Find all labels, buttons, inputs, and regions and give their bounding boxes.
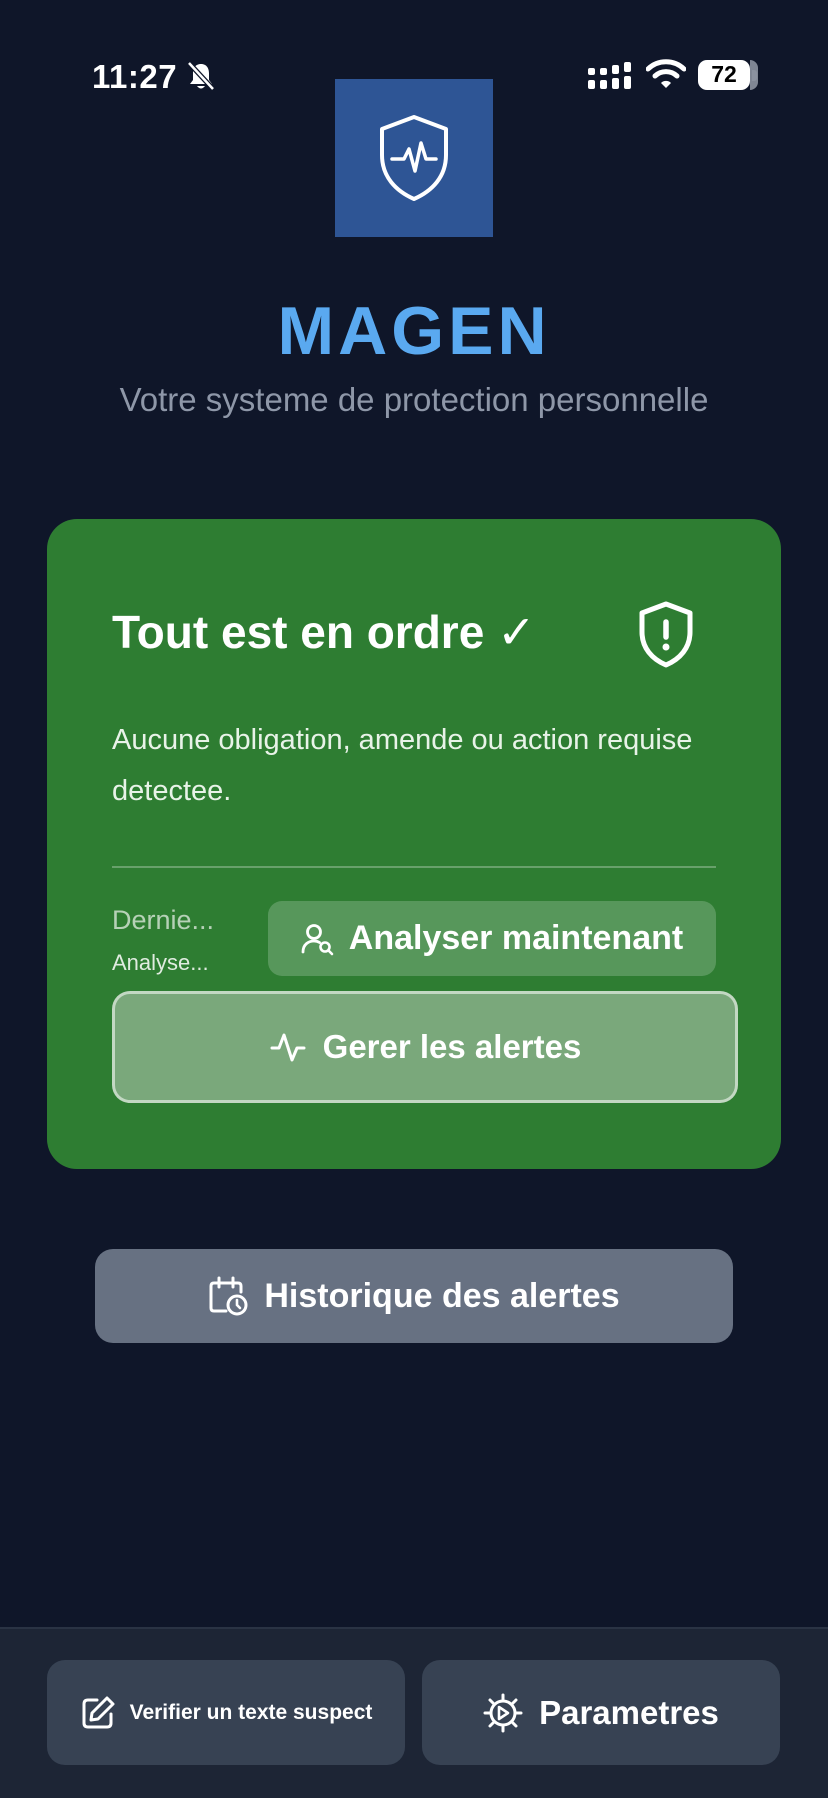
verify-text-button[interactable]: Verifier un texte suspect xyxy=(47,1660,405,1765)
manage-alerts-button[interactable]: Gerer les alertes xyxy=(112,991,738,1103)
edit-icon xyxy=(80,1695,116,1731)
status-card-title: Tout est en ordre ✓ xyxy=(112,606,536,658)
signal-icon xyxy=(588,62,632,90)
alerts-history-label: Historique des alertes xyxy=(264,1276,620,1315)
user-search-icon xyxy=(301,922,335,956)
status-time: 11:27 xyxy=(92,58,178,95)
manage-alerts-label: Gerer les alertes xyxy=(322,1028,582,1065)
bell-off-icon xyxy=(186,60,216,92)
alerts-history-button[interactable]: Historique des alertes xyxy=(95,1249,733,1343)
activity-icon xyxy=(269,1028,307,1066)
app-subtitle: Votre systeme de protection personnelle xyxy=(119,381,709,418)
battery-icon: 72 xyxy=(698,60,758,90)
battery-level: 72 xyxy=(711,61,737,87)
settings-label: Parametres xyxy=(539,1693,719,1731)
last-scan-value: Analyse... xyxy=(112,950,209,975)
gear-icon xyxy=(483,1693,523,1733)
calendar-clock-icon xyxy=(208,1275,248,1317)
card-divider xyxy=(112,866,716,868)
analyze-now-button[interactable]: Analyser maintenant xyxy=(268,901,716,976)
verify-text-label: Verifier un texte suspect xyxy=(129,1700,373,1724)
wifi-icon xyxy=(646,58,686,90)
shield-alert-icon xyxy=(630,598,702,670)
app-title: MAGEN xyxy=(277,293,551,369)
settings-button[interactable]: Parametres xyxy=(422,1660,780,1765)
last-scan-label: Dernie... xyxy=(112,905,215,935)
analyze-now-label: Analyser maintenant xyxy=(348,919,684,957)
status-card-description: Aucune obligation, amende ou action requ… xyxy=(112,724,693,807)
shield-heartbeat-icon xyxy=(335,79,493,237)
